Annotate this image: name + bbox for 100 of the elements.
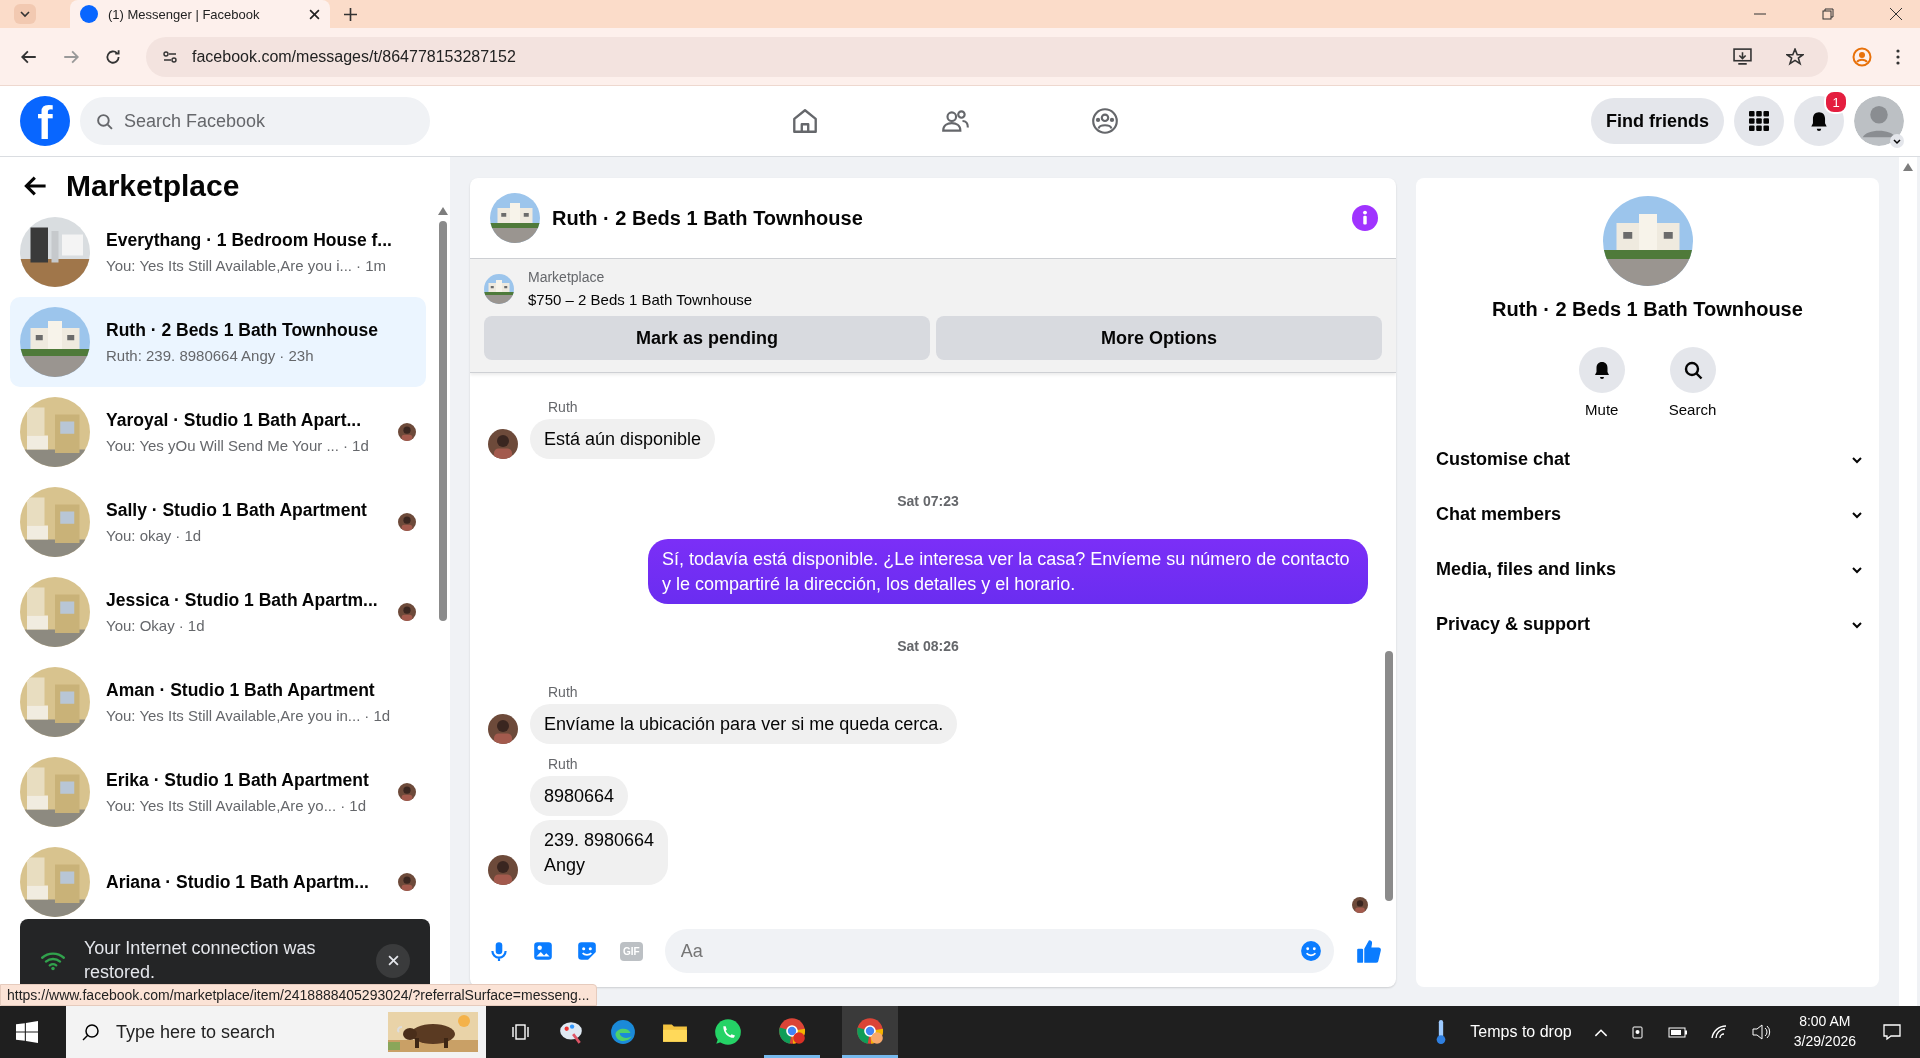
message-preview: You: Yes Its Still Available,Are yo... — [106, 797, 337, 814]
action-label: Search — [1668, 401, 1717, 418]
section-title: Media, files and links — [1436, 559, 1617, 580]
address-field[interactable]: facebook.com/messages/t/864778153287152 — [146, 36, 1828, 77]
thumbs-up-icon[interactable] — [1356, 938, 1382, 964]
timestamp: Sat 08:26 — [897, 637, 959, 654]
conversation-item[interactable]: Ariana · Studio 1 Bath Apartm... — [10, 837, 426, 927]
message-field[interactable]: Aa — [664, 929, 1334, 973]
search-field[interactable]: Search Facebook — [80, 97, 430, 145]
toast-message: Your Internet connection was restored. — [84, 937, 317, 984]
maximize-icon[interactable] — [1822, 8, 1834, 20]
clock[interactable]: 8:00 AM 3/29/2026 — [1793, 1012, 1856, 1052]
message-preview: You: Yes Its Still Available,Are you i... — [106, 257, 352, 274]
emoji-icon[interactable] — [1300, 940, 1322, 962]
browser-tab[interactable]: (1) Messenger | Facebook — [70, 0, 330, 28]
listing-action-button[interactable]: More Options — [936, 316, 1382, 360]
conversation-item[interactable]: Erika · Studio 1 Bath Apartment You: Yes Its Still Available,Are yo... · 1d — [10, 747, 426, 837]
caret-up-icon[interactable] — [1593, 1027, 1608, 1037]
conversation-title: Sally · Studio 1 Bath Apartment — [106, 500, 368, 521]
chrome-icon[interactable] — [842, 1006, 898, 1058]
section-header[interactable]: Privacy & support — [1436, 597, 1863, 652]
star-icon[interactable] — [1786, 47, 1804, 66]
find-friends-button[interactable]: Find friends — [1591, 98, 1724, 144]
time-text: 8:00 AM — [1799, 1012, 1851, 1032]
microphone-icon[interactable] — [488, 940, 510, 962]
wifi-icon — [40, 950, 66, 971]
reload-icon[interactable] — [104, 47, 122, 66]
battery-icon[interactable] — [1667, 1026, 1688, 1038]
url-text: facebook.com/messages/t/864778153287152 — [192, 47, 516, 66]
conversation-title: Ruth · 2 Beds 1 Bath Townhouse — [106, 320, 379, 341]
grid-icon — [1749, 111, 1769, 131]
section-title: Privacy & support — [1436, 614, 1591, 635]
section-header[interactable]: Media, files and links — [1436, 542, 1863, 597]
close-icon[interactable] — [1890, 8, 1902, 20]
conversation-title: Yaroyal · Studio 1 Bath Apart... — [106, 410, 363, 431]
marketplace-heading: Marketplace — [66, 169, 240, 203]
search-icon — [96, 113, 113, 130]
message-time: · 1d — [178, 617, 205, 634]
date-text: 3/29/2026 — [1793, 1032, 1856, 1051]
message-bubble: 8980664 — [530, 776, 629, 817]
message-time: · 1m — [356, 257, 386, 274]
message-time: · 1d — [340, 797, 366, 814]
conversation-title: Ariana · Studio 1 Bath Apartm... — [106, 871, 370, 893]
conversation-title: Ruth · 2 Beds 1 Bath Townhouse — [1492, 298, 1803, 321]
mute-button[interactable] — [1578, 347, 1625, 393]
site-settings-icon[interactable] — [162, 48, 178, 65]
weather-text[interactable]: Temps to drop — [1470, 1023, 1572, 1041]
new-tab-icon[interactable] — [344, 7, 357, 21]
menu-icon[interactable] — [1896, 48, 1900, 65]
conversation-item[interactable]: Sally · Studio 1 Bath Apartment You: okay · 1d — [10, 477, 426, 567]
sender-name: Ruth — [548, 398, 578, 415]
home-icon[interactable] — [790, 106, 820, 136]
paint-icon[interactable] — [558, 1019, 584, 1045]
conversation-item[interactable]: Jessica · Studio 1 Bath Apartm... You: Okay · 1d — [10, 567, 426, 657]
message-bubble: Está aún disponible — [530, 418, 716, 460]
sender-name: Ruth — [548, 756, 578, 773]
back-icon[interactable] — [24, 174, 48, 198]
section-header[interactable]: Customise chat — [1436, 432, 1863, 487]
conversation-item[interactable]: Yaroyal · Studio 1 Bath Apart... You: Yes yOu Will Send Me Your ... · 1d — [10, 387, 426, 477]
message-time: · 23h — [279, 347, 314, 364]
facebook-logo[interactable]: f — [20, 96, 70, 146]
conversation-title: Everythang · 1 Bedroom House f... — [106, 230, 393, 251]
message-time: · 1d — [175, 527, 202, 544]
install-icon[interactable] — [1733, 48, 1752, 65]
notifications-icon[interactable] — [1882, 1022, 1902, 1042]
listing-action-button[interactable]: Mark as pending — [484, 316, 930, 360]
edge-icon[interactable] — [610, 1019, 636, 1045]
chevron-icon[interactable] — [1890, 134, 1904, 148]
message-preview: You: Yes yOu Will Send Me Your ... — [106, 437, 339, 454]
close-icon[interactable] — [309, 8, 320, 20]
groups-icon[interactable] — [1090, 106, 1120, 136]
close-button[interactable] — [376, 943, 410, 978]
scroll-up-icon[interactable] — [1903, 163, 1913, 171]
search-button[interactable] — [1669, 347, 1716, 393]
section-header[interactable]: Chat members — [1436, 487, 1863, 542]
info-icon[interactable] — [1352, 205, 1378, 231]
message-preview: You: okay — [106, 527, 172, 544]
message-time: · 1d — [364, 707, 391, 724]
sender-name: Ruth — [548, 683, 578, 700]
sticker-icon[interactable] — [576, 940, 598, 962]
scroll-up-icon[interactable] — [438, 207, 448, 215]
windows-icon[interactable] — [16, 1021, 38, 1043]
speaker-icon[interactable] — [1751, 1024, 1772, 1040]
conversation-title: Jessica · Studio 1 Bath Apartm... — [106, 590, 379, 611]
conversation-item[interactable]: Everythang · 1 Bedroom House f... You: Yes Its Still Available,Are you i... · 1m — [10, 207, 426, 297]
profile-icon[interactable] — [1852, 46, 1872, 67]
menu-button[interactable] — [1734, 96, 1784, 146]
search-icon — [1682, 360, 1703, 380]
conversation-item[interactable]: Ruth · 2 Beds 1 Bath Townhouse Ruth: 239. 8980664 Angy · 23h — [10, 297, 426, 387]
search-icon — [82, 1023, 100, 1041]
conversation-item[interactable]: Aman · Studio 1 Bath Apartment You: Yes Its Still Available,Are you in... · 1d — [10, 657, 426, 747]
chat-title[interactable]: Ruth · 2 Beds 1 Bath Townhouse — [552, 206, 863, 230]
conversation-title: Aman · Studio 1 Bath Apartment — [106, 680, 376, 701]
listing-title[interactable]: $750 – 2 Beds 1 Bath Townhouse — [528, 291, 753, 308]
image-icon[interactable] — [532, 940, 554, 962]
status-url: https://www.facebook.com/marketplace/item/2418888405293024/?referralSurface=messeng... — [0, 984, 597, 1006]
task-view-icon[interactable] — [512, 1022, 532, 1042]
whatsapp-icon[interactable] — [714, 1018, 742, 1046]
tab-search-icon[interactable] — [14, 4, 36, 24]
facebook-icon — [80, 5, 98, 23]
